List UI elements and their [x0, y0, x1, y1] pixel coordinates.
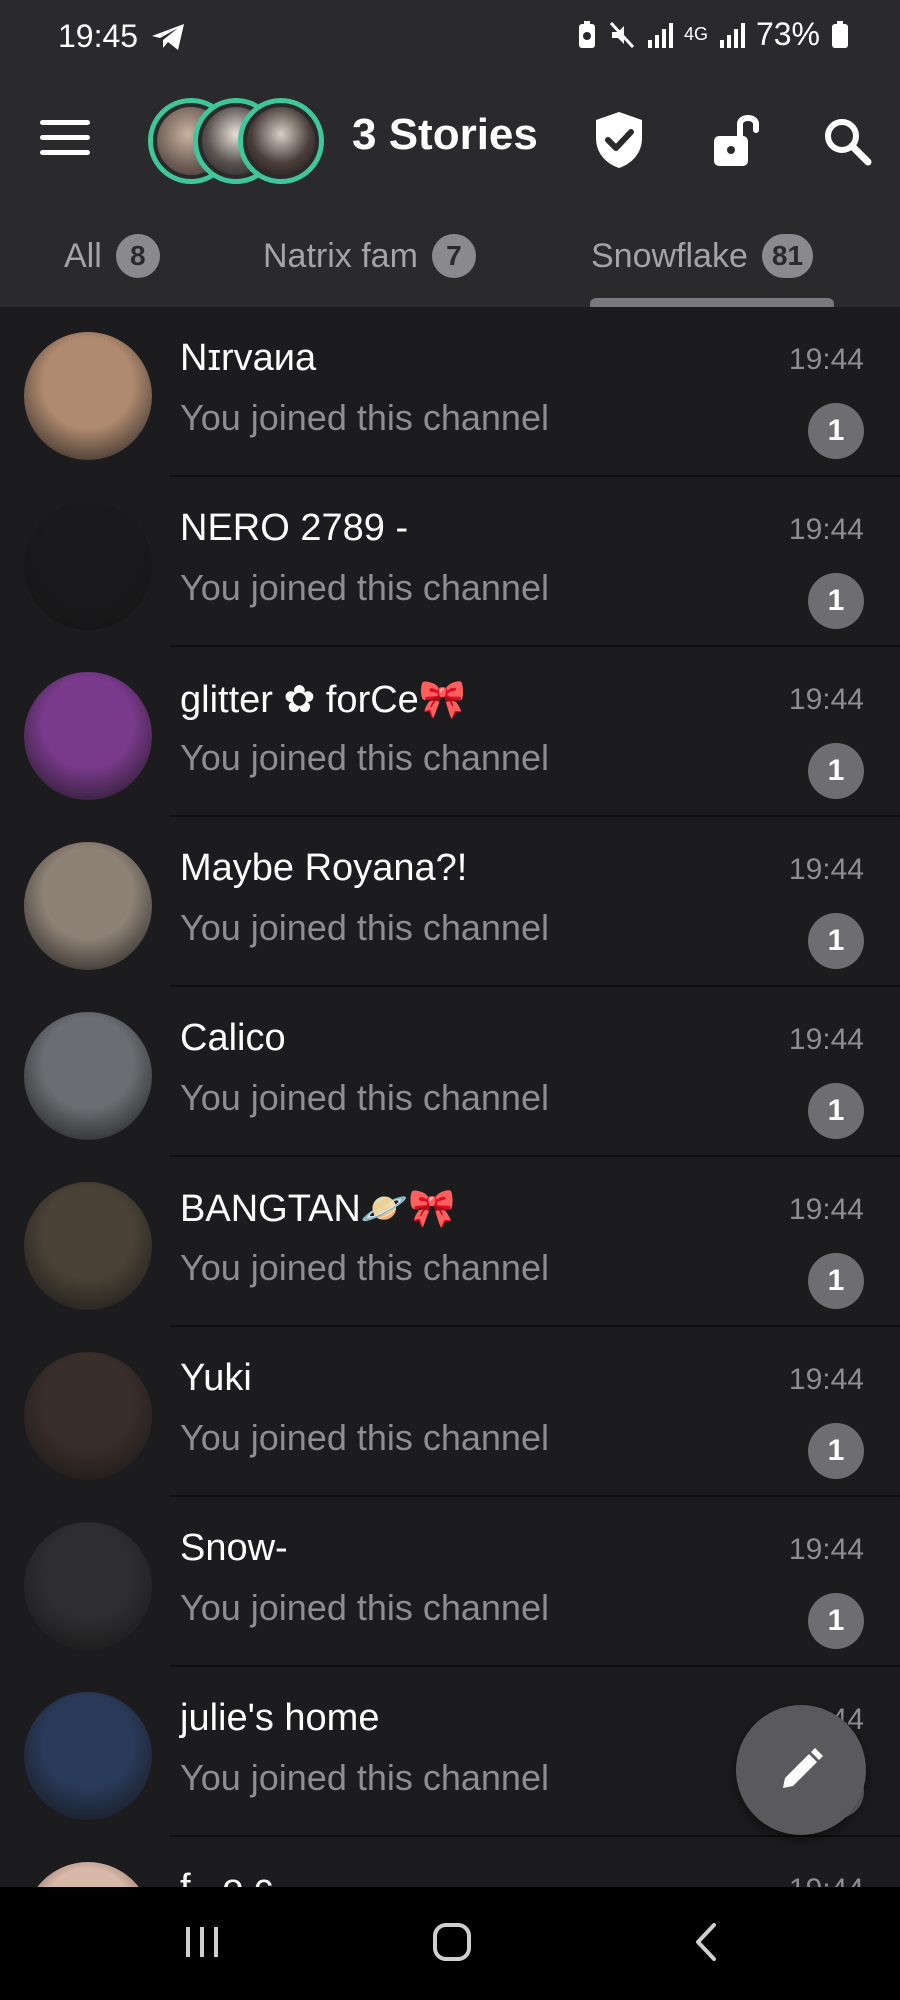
chat-row[interactable]: glitter ✿ forCe🎀 You joined this channel 1… — [0, 647, 900, 817]
chat-last-message: You joined this channel — [180, 1077, 549, 1118]
recent-apps-icon[interactable] — [172, 1917, 232, 1967]
chat-avatar[interactable] — [24, 1862, 152, 1887]
chat-avatar[interactable] — [24, 1182, 152, 1310]
chat-avatar[interactable] — [24, 332, 152, 460]
top-area: 19:45 4G 73% 3 Stories All 8 Natrix fam … — [0, 0, 900, 307]
story-avatar[interactable] — [238, 98, 324, 184]
chat-last-message: You joined this channel — [180, 1417, 549, 1458]
chat-time: 19:44 — [788, 1193, 864, 1226]
chat-time: 19:44 — [788, 1023, 864, 1056]
unread-badge: 1 — [808, 913, 864, 969]
chat-name: NERO 2789 - — [180, 507, 409, 549]
chat-name: f...o c... — [180, 1867, 305, 1887]
chat-row[interactable]: Maybe Royana?! You joined this channel 19:… — [0, 817, 900, 987]
chat-last-message: You joined this channel — [180, 397, 549, 438]
status-icons: 4G 73% — [576, 16, 850, 53]
shield-check-icon[interactable] — [590, 108, 648, 172]
chat-list: Nɪrvaиa You joined this channel 19:44 1 NERO… — [0, 307, 900, 1887]
chat-avatar[interactable] — [24, 842, 152, 970]
chat-row[interactable]: Snow- You joined this channel 19:44 1 — [0, 1497, 900, 1667]
tab-natrix-fam[interactable]: Natrix fam 7 — [263, 234, 476, 278]
tab-all[interactable]: All 8 — [64, 234, 160, 278]
chat-row[interactable]: Yuki You joined this channel 19:44 1 — [0, 1327, 900, 1497]
telegram-icon — [152, 24, 184, 50]
chat-name: Calico — [180, 1017, 286, 1059]
tab-label: All — [64, 236, 102, 275]
network-label: 4G — [683, 24, 708, 44]
lock-open-icon[interactable] — [708, 108, 766, 172]
tab-snowflake[interactable]: Snowflake 81 — [591, 234, 814, 278]
chat-name: glitter ✿ forCe🎀 — [180, 679, 467, 721]
pencil-icon — [783, 1748, 823, 1788]
app-header: 3 Stories — [0, 90, 900, 190]
battery-icon — [832, 20, 848, 48]
status-time: 19:45 — [58, 18, 139, 54]
system-nav-bar — [0, 1887, 900, 2000]
chat-last-message: You joined this channel — [180, 1757, 549, 1798]
chat-avatar[interactable] — [24, 1012, 152, 1140]
stories-label[interactable]: 3 Stories — [352, 110, 538, 160]
chat-row[interactable]: BANGTAN🪐🎀 You joined this channel 19:44 1 — [0, 1157, 900, 1327]
chat-avatar[interactable] — [24, 1692, 152, 1820]
battery-percent: 73% — [755, 16, 820, 52]
tab-count: 7 — [431, 234, 476, 278]
signal-icon-2 — [719, 22, 745, 48]
chat-avatar[interactable] — [24, 672, 152, 800]
unread-badge: 1 — [808, 1593, 864, 1649]
search-icon[interactable] — [818, 108, 876, 172]
chat-time: 19:44 — [788, 1533, 864, 1566]
tab-count: 81 — [761, 234, 814, 278]
chat-time: 19:44 — [788, 1363, 864, 1396]
chat-name: BANGTAN🪐🎀 — [180, 1188, 456, 1230]
battery-saver-icon — [578, 20, 595, 48]
chat-last-message: You joined this channel — [180, 907, 549, 948]
chat-avatar[interactable] — [24, 1522, 152, 1650]
mute-icon — [609, 21, 635, 48]
chat-avatar[interactable] — [24, 1352, 152, 1480]
chat-time: 19:44 — [788, 513, 864, 546]
chat-avatar[interactable] — [24, 502, 152, 630]
chat-time: 19:44 — [788, 683, 864, 716]
chat-row[interactable]: Nɪrvaиa You joined this channel 19:44 1 — [0, 307, 900, 477]
chat-last-message: You joined this channel — [180, 1247, 549, 1288]
chat-time: 19:44 — [788, 853, 864, 886]
unread-badge: 1 — [808, 743, 864, 799]
chat-name: Snow- — [180, 1527, 288, 1569]
chat-row[interactable]: f...o c... 19:44 — [0, 1837, 900, 1887]
home-icon[interactable] — [422, 1917, 482, 1967]
status-bar: 19:45 4G 73% — [0, 0, 900, 72]
chat-name: Nɪrvaиa — [180, 337, 317, 379]
back-icon[interactable] — [676, 1917, 736, 1967]
unread-badge: 1 — [808, 1423, 864, 1479]
stories-avatars[interactable] — [148, 94, 324, 186]
chat-row[interactable]: NERO 2789 - You joined this channel 19:44 1 — [0, 477, 900, 647]
chat-last-message: You joined this channel — [180, 1587, 549, 1628]
tab-label: Natrix fam — [263, 236, 418, 275]
unread-badge: 1 — [808, 573, 864, 629]
signal-icon — [647, 22, 673, 48]
active-tab-indicator — [590, 298, 834, 307]
chat-last-message: You joined this channel — [180, 737, 549, 778]
unread-badge: 1 — [808, 1083, 864, 1139]
chat-last-message: You joined this channel — [180, 567, 549, 608]
chat-name: Maybe Royana?! — [180, 847, 468, 889]
folder-tabs: All 8 Natrix fam 7 Snowflake 81 — [0, 228, 900, 307]
chat-name: Yuki — [180, 1357, 252, 1399]
compose-button[interactable] — [736, 1705, 866, 1835]
tab-label: Snowflake — [591, 236, 748, 275]
chat-time: 19:44 — [788, 343, 864, 376]
unread-badge: 1 — [808, 403, 864, 459]
tab-count: 8 — [115, 234, 160, 278]
menu-icon[interactable] — [40, 120, 90, 160]
chat-name: julie's home — [180, 1697, 380, 1739]
unread-badge: 1 — [808, 1253, 864, 1309]
chat-time: 19:44 — [789, 1873, 864, 1887]
chat-row[interactable]: Calico You joined this channel 19:44 1 — [0, 987, 900, 1157]
